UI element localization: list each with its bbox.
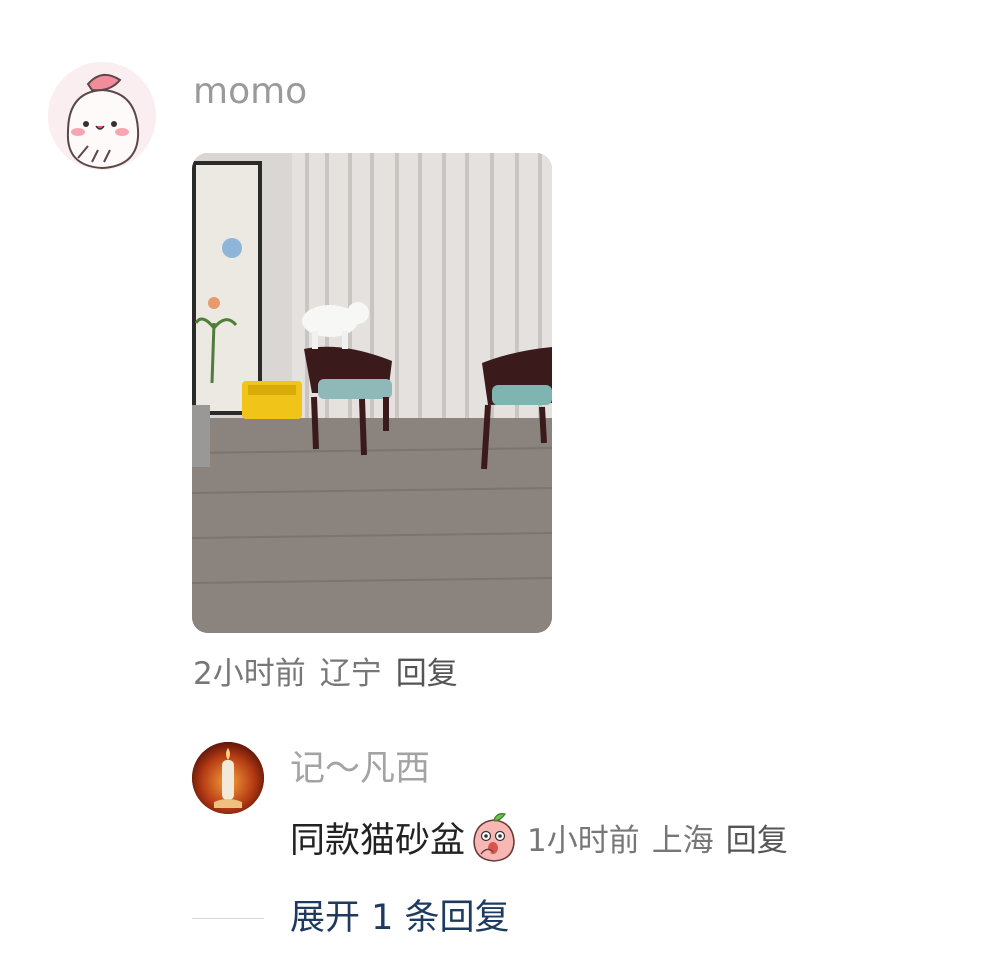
reply-reply-button[interactable]: 回复 — [726, 823, 788, 859]
reply-user-avatar[interactable] — [192, 742, 264, 814]
comment-photo[interactable] — [192, 153, 552, 633]
user-avatar[interactable] — [48, 62, 156, 170]
comment-username[interactable]: momo — [193, 70, 307, 114]
candle-avatar-icon — [192, 742, 264, 814]
reply-button[interactable]: 回复 — [396, 656, 458, 692]
room-photo-icon — [192, 153, 552, 633]
comment-time: 2小时前 — [193, 656, 306, 692]
peach-avatar-icon — [48, 62, 156, 170]
reply-meta: 1小时前 上海 回复 — [527, 815, 800, 860]
reply-text: 同款猫砂盆 — [290, 820, 466, 861]
peach-sticker-icon — [473, 813, 515, 862]
expand-divider — [192, 918, 264, 919]
reply-content: 同款猫砂盆 1小时前 上海 回复 — [290, 813, 800, 862]
comment-meta: 2小时前 辽宁 回复 — [193, 652, 472, 696]
expand-replies-button[interactable]: 展开 1 条回复 — [290, 895, 510, 941]
reply-time: 1小时前 — [527, 822, 640, 859]
comment-location: 辽宁 — [319, 656, 382, 692]
reply-location: 上海 — [651, 822, 714, 859]
reply-username[interactable]: 记～凡西 — [290, 747, 430, 791]
